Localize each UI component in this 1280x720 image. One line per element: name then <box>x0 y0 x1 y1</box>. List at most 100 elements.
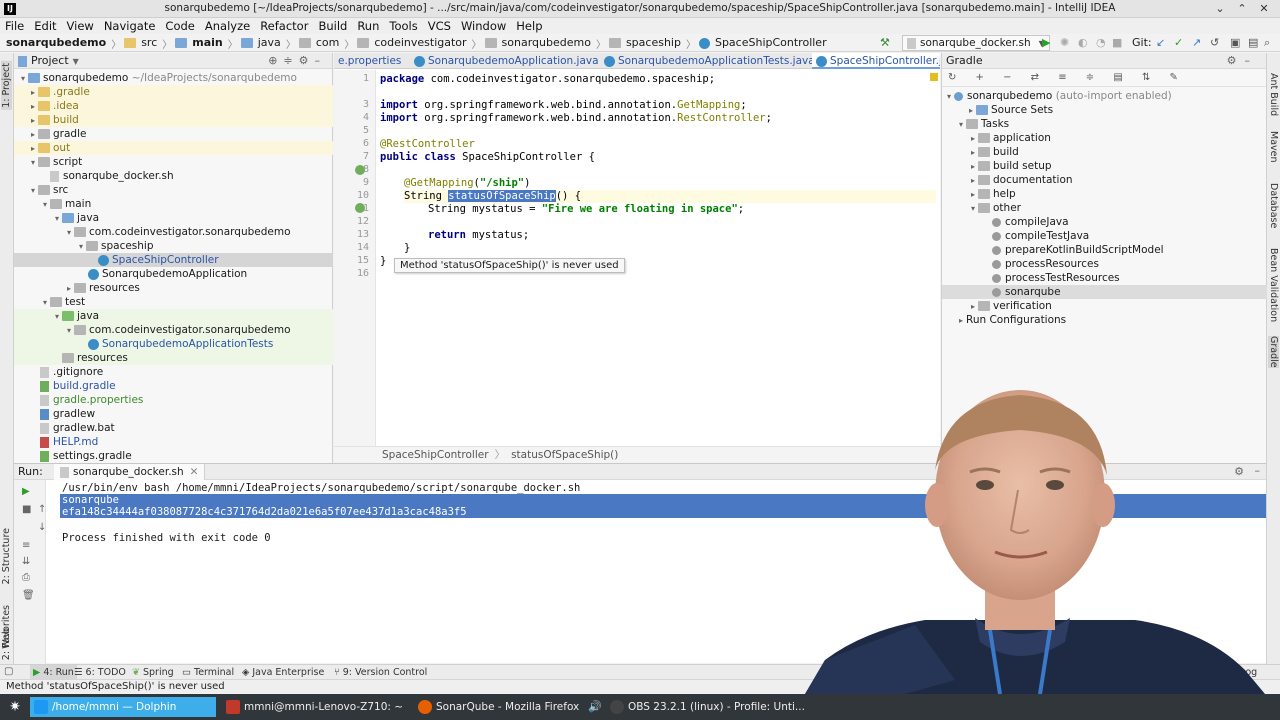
taskbar-firefox[interactable]: SonarQube - Mozilla Firefox <box>414 697 584 717</box>
coverage-icon[interactable]: ◐ <box>1078 36 1088 49</box>
spring-bean-gutter-icon[interactable] <box>355 165 365 175</box>
breadcrumb-item[interactable]: sonarqubedemo <box>4 34 108 52</box>
taskbar-obs[interactable]: OBS 23.2.1 (linux) - Profile: Unti... <box>606 697 805 717</box>
tool-window-structure[interactable]: 2: Structure <box>1 528 12 584</box>
close-icon[interactable]: ✕ <box>1256 1 1272 17</box>
gradle-tree-item[interactable]: ▸ documentation <box>942 173 1267 187</box>
editor-breadcrumb-class[interactable]: SpaceShipController <box>382 449 489 461</box>
breadcrumb-item[interactable]: spaceship <box>624 34 683 52</box>
gradle-tree-item[interactable]: ▸ application <box>942 131 1267 145</box>
tab-application-properties[interactable]: e.properties <box>334 53 405 69</box>
tree-item[interactable]: ▸ out <box>14 141 333 155</box>
app-launcher-icon[interactable]: ✷ <box>6 698 24 716</box>
chevron-down-icon[interactable]: ▼ <box>73 57 79 66</box>
tree-item[interactable]: ▸ resources <box>14 281 333 295</box>
run-config-select[interactable]: sonarqube_docker.sh ▼ <box>902 35 1050 51</box>
tree-item[interactable]: ▾ src <box>14 183 333 197</box>
tree-item[interactable]: HELP.md <box>14 435 333 449</box>
menu-view[interactable]: View <box>62 18 99 34</box>
menu-tools[interactable]: Tools <box>384 18 422 34</box>
tool-window-maven[interactable]: Maven <box>1268 131 1279 163</box>
project-panel-tools-icon[interactable]: ⊕≑⚙– <box>268 53 326 69</box>
tool-window-gradle[interactable]: Gradle <box>1268 336 1279 368</box>
gradle-tree-item[interactable]: ▾ sonarqubedemo (auto-import enabled) <box>942 89 1267 103</box>
scroll-end-icon[interactable]: ⇊ <box>22 556 30 567</box>
rerun-icon[interactable]: ▶ <box>22 486 30 497</box>
tree-item[interactable]: SpaceShipController <box>14 253 333 267</box>
tree-item[interactable]: ▾ sonarqubedemo ~/IdeaProjects/sonarqubed… <box>14 71 333 85</box>
minimize-icon[interactable]: ⌄ <box>1212 1 1228 17</box>
tree-item[interactable]: ▾ script <box>14 155 333 169</box>
stop-icon[interactable]: ■ <box>1112 36 1122 49</box>
gradle-task[interactable]: compileTestJava <box>942 229 1267 243</box>
gradle-tree-item[interactable]: ▸ Run Configurations <box>942 313 1267 327</box>
gradle-task[interactable]: processResources <box>942 257 1267 271</box>
tree-item[interactable]: ▾ spaceship <box>14 239 333 253</box>
gradle-toolbar-icons[interactable]: ↻ + − ⇄ ≡ ≑ ▤ ⇅ ✎ <box>942 69 1266 87</box>
vcs-push-icon[interactable]: ↗ <box>1192 36 1201 49</box>
tree-item[interactable]: ▸ .idea <box>14 99 333 113</box>
breadcrumb-item[interactable]: main <box>190 34 225 52</box>
menu-edit[interactable]: Edit <box>29 18 61 34</box>
gradle-tree-item[interactable]: ▸ help <box>942 187 1267 201</box>
gradle-tree-item[interactable]: ▾ Tasks <box>942 117 1267 131</box>
run-icon[interactable]: ▶ <box>1042 36 1050 49</box>
tool-tab-todo[interactable]: ☰ 6: TODO <box>74 665 126 680</box>
tree-item[interactable]: ▸ .gradle <box>14 85 333 99</box>
tab-spaceship-controller[interactable]: SpaceShipController.ja <box>812 53 940 69</box>
debug-icon[interactable]: ✺ <box>1060 36 1069 49</box>
inspection-warning-icon[interactable] <box>930 73 938 81</box>
tool-tab-version-control[interactable]: ⑂ 9: Version Control <box>334 665 427 680</box>
audio-icon[interactable]: 🔊 <box>588 700 602 713</box>
breadcrumb-item[interactable]: codeinvestigator <box>372 34 468 52</box>
tree-item[interactable]: sonarqube_docker.sh <box>14 169 333 183</box>
tool-window-project[interactable]: 1: Project <box>1 61 12 110</box>
vcs-commit-icon[interactable]: ✓ <box>1174 36 1183 49</box>
gradle-tree-item[interactable]: ▸ build setup <box>942 159 1267 173</box>
profile-icon[interactable]: ◔ <box>1096 36 1106 49</box>
stop-icon[interactable]: ■ <box>22 504 31 515</box>
close-icon[interactable]: ✕ <box>190 466 199 478</box>
menu-build[interactable]: Build <box>313 18 352 34</box>
tree-item[interactable]: ▸ gradle <box>14 127 333 141</box>
gradle-tree-item[interactable]: ▸ build <box>942 145 1267 159</box>
tree-item[interactable]: ▸ build <box>14 113 333 127</box>
breadcrumb-item[interactable]: src <box>139 34 159 52</box>
tree-item[interactable]: .gitignore <box>14 365 333 379</box>
tree-item[interactable]: gradlew.bat <box>14 421 333 435</box>
tool-window-ant[interactable]: Ant Build <box>1268 73 1279 116</box>
breadcrumb-item[interactable]: java <box>256 34 283 52</box>
layout-icon[interactable]: ▤ <box>1248 36 1258 49</box>
tool-window-web[interactable]: Web <box>1 628 12 649</box>
breadcrumb-item[interactable]: sonarqubedemo <box>500 34 593 52</box>
tree-item[interactable]: ▾ com.codeinvestigator.sonarqubedemo <box>14 323 333 337</box>
menu-help[interactable]: Help <box>511 18 547 34</box>
tree-item[interactable]: ▾ main <box>14 197 333 211</box>
tool-tab-terminal[interactable]: ▭ Terminal <box>182 665 234 680</box>
tab-sonarqubedemo-application[interactable]: SonarqubedemoApplication.java <box>410 53 603 69</box>
menu-file[interactable]: File <box>0 18 29 34</box>
tree-item[interactable]: build.gradle <box>14 379 333 393</box>
tree-item[interactable]: SonarqubedemoApplication <box>14 267 333 281</box>
tree-item[interactable]: gradlew <box>14 407 333 421</box>
run-tab[interactable]: sonarqube_docker.sh ✕ <box>54 464 206 480</box>
project-structure-icon[interactable]: ▣ <box>1230 36 1240 49</box>
menu-run[interactable]: Run <box>352 18 384 34</box>
breadcrumb-item[interactable]: com <box>314 34 342 52</box>
tree-item[interactable]: ▾ java <box>14 211 333 225</box>
tree-item[interactable]: settings.gradle <box>14 449 333 463</box>
menu-refactor[interactable]: Refactor <box>255 18 313 34</box>
menu-window[interactable]: Window <box>456 18 511 34</box>
trash-icon[interactable]: 🗑 <box>22 590 35 601</box>
wrap-icon[interactable]: ≡ <box>22 540 30 551</box>
tree-item[interactable]: ▾ com.codeinvestigator.sonarqubedemo <box>14 225 333 239</box>
hammer-icon[interactable]: ⚒ <box>880 37 892 49</box>
tree-item[interactable]: ▾ java <box>14 309 333 323</box>
tab-sonarqubedemo-application-tests[interactable]: SonarqubedemoApplicationTests.java <box>600 53 819 69</box>
scroll-down-icon[interactable]: ↓ <box>38 522 46 533</box>
spring-mapping-gutter-icon[interactable] <box>355 203 365 213</box>
tool-tab-spring[interactable]: ❦ Spring <box>132 665 174 680</box>
gradle-task-selected[interactable]: sonarqube <box>942 285 1267 299</box>
gradle-tree-item[interactable]: ▾ other <box>942 201 1267 215</box>
gradle-tree-item[interactable]: ▸ Source Sets <box>942 103 1267 117</box>
